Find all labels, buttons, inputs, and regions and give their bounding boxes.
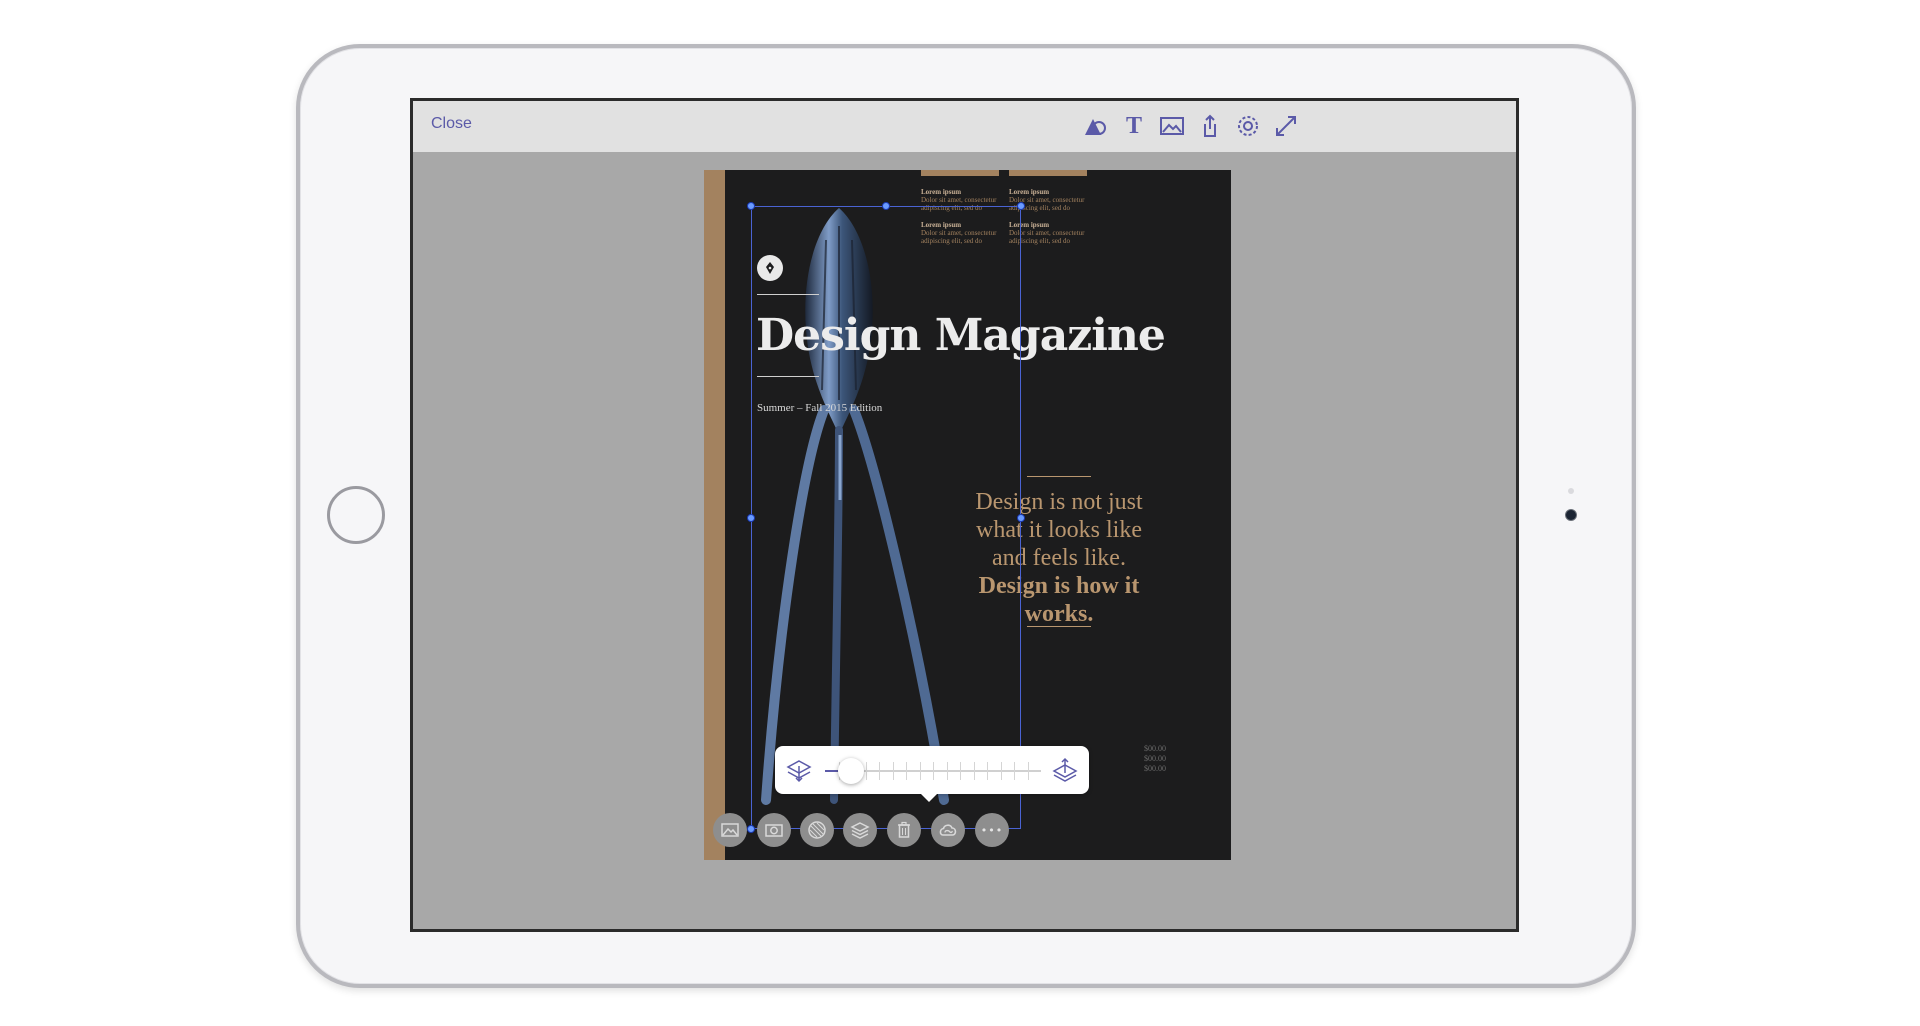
price-text: $00.00 bbox=[1144, 754, 1166, 763]
layers-icon bbox=[850, 822, 870, 839]
send-backward-icon[interactable] bbox=[785, 757, 813, 783]
slider-tick bbox=[892, 762, 894, 780]
transparency-icon bbox=[808, 821, 826, 839]
image-icon bbox=[1160, 117, 1184, 135]
slider-tick bbox=[865, 762, 867, 780]
top-toolbar: Close T bbox=[413, 101, 1516, 152]
text-icon: T bbox=[1125, 112, 1142, 139]
slider-tick bbox=[987, 762, 988, 780]
column-tab bbox=[921, 170, 999, 176]
slider-tick bbox=[1014, 762, 1015, 780]
resize-handle[interactable] bbox=[747, 202, 755, 210]
image-tool-button[interactable] bbox=[1157, 111, 1187, 141]
column-heading: Lorem ipsum bbox=[1009, 188, 1050, 196]
delete-button[interactable] bbox=[887, 813, 921, 847]
app-screen: Close T Lorem ipsum Dolor sit amet, cons… bbox=[410, 98, 1519, 932]
column-tab bbox=[1009, 170, 1087, 176]
arrange-slider-popover bbox=[775, 746, 1089, 794]
quote-rule-top bbox=[1027, 476, 1091, 477]
slider-tick bbox=[879, 762, 880, 780]
bring-forward-icon[interactable] bbox=[1051, 757, 1079, 783]
more-button[interactable]: ••• bbox=[975, 813, 1009, 847]
text-tool-button[interactable]: T bbox=[1119, 111, 1149, 141]
slider-tick bbox=[1000, 762, 1002, 780]
price-text: $00.00 bbox=[1144, 764, 1166, 773]
slider-tick bbox=[906, 762, 907, 780]
opacity-button[interactable] bbox=[800, 813, 834, 847]
slider-tick bbox=[973, 762, 975, 780]
camera-button[interactable] bbox=[757, 813, 791, 847]
slider-tick bbox=[960, 762, 961, 780]
camera-icon bbox=[765, 824, 783, 837]
home-button[interactable] bbox=[327, 486, 385, 544]
share-icon bbox=[1204, 114, 1216, 137]
arrange-slider-thumb[interactable] bbox=[837, 758, 864, 784]
resize-handle[interactable] bbox=[747, 514, 755, 522]
selection-frame bbox=[751, 206, 1021, 829]
ambient-sensor bbox=[1568, 488, 1574, 494]
popover-arrow bbox=[919, 792, 939, 802]
resize-handle[interactable] bbox=[882, 202, 890, 210]
slider-tick bbox=[946, 762, 948, 780]
replace-image-button[interactable] bbox=[713, 813, 747, 847]
column-text-block[interactable]: Lorem ipsum Dolor sit amet, consectetur … bbox=[1009, 221, 1099, 245]
creative-cloud-button[interactable] bbox=[931, 813, 965, 847]
gear-icon bbox=[1238, 116, 1258, 136]
slider-tick bbox=[1027, 762, 1029, 780]
expand-tool-button[interactable] bbox=[1271, 111, 1301, 141]
arrange-button[interactable] bbox=[843, 813, 877, 847]
cover-spine bbox=[704, 170, 725, 860]
settings-tool-button[interactable] bbox=[1233, 111, 1263, 141]
more-icon: ••• bbox=[980, 823, 1004, 837]
creative-cloud-icon bbox=[939, 824, 957, 836]
arrange-slider-track[interactable] bbox=[825, 758, 1041, 784]
shape-tool-button[interactable] bbox=[1080, 111, 1110, 141]
expand-icon bbox=[1276, 116, 1296, 136]
image-icon bbox=[721, 823, 739, 837]
front-camera bbox=[1565, 509, 1577, 521]
shape-icon bbox=[1085, 119, 1106, 135]
share-tool-button[interactable] bbox=[1195, 111, 1225, 141]
resize-handle[interactable] bbox=[1017, 202, 1025, 210]
quote-rule-bottom bbox=[1027, 626, 1091, 627]
slider-tick bbox=[919, 762, 921, 780]
resize-handle[interactable] bbox=[747, 825, 755, 833]
slider-tick bbox=[933, 762, 934, 780]
close-button[interactable]: Close bbox=[431, 115, 472, 133]
resize-handle[interactable] bbox=[1017, 514, 1025, 522]
price-text: $00.00 bbox=[1144, 744, 1166, 753]
trash-icon bbox=[898, 821, 910, 838]
column-heading: Lorem ipsum bbox=[921, 188, 962, 196]
